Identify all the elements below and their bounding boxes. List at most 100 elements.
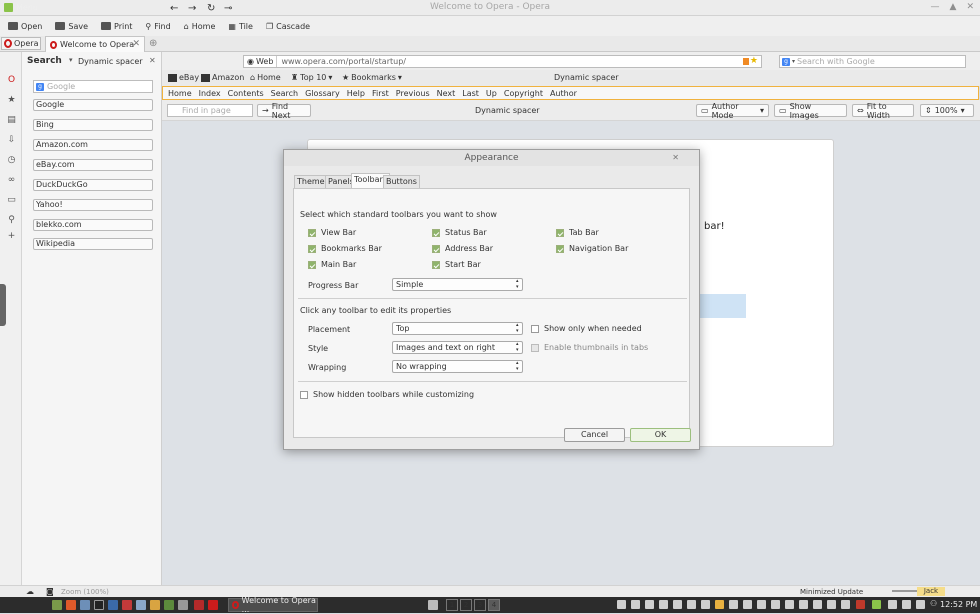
file-manager-icon[interactable] [80,600,90,610]
find-button[interactable]: ⚲ Find [145,22,170,31]
forward-icon[interactable]: → [188,3,196,14]
window-list-icon[interactable] [428,600,438,610]
workspace-3[interactable]: 3 [474,599,486,611]
search-engine-dropdown-icon[interactable]: ▾ [792,58,795,65]
show-only-needed-checkbox[interactable]: Show only when needed [531,324,642,333]
reload-icon[interactable]: ↻ [207,3,215,14]
style-select[interactable]: Images and text on right [392,341,523,354]
toolbar-search-input[interactable]: g ▾ Search with Google [779,55,966,68]
add-panel-icon[interactable]: + [7,232,16,241]
engine-item[interactable]: eBay.com [33,159,153,171]
tile-button[interactable]: ▦ Tile [228,22,253,31]
workspace-4[interactable]: 4 [488,599,500,611]
bookmarks-menu[interactable]: ★ Bookmarks ▾ [342,73,402,82]
bookmark-ebay[interactable]: eBay [168,73,199,82]
notes-icon[interactable]: ▤ [7,116,16,125]
firefox-icon[interactable] [66,600,76,610]
placement-select[interactable]: Top [392,322,523,335]
print-button[interactable]: Print [101,22,132,31]
engine-item[interactable]: Bing [33,119,153,131]
dialog-close-icon[interactable]: ✕ [672,153,679,162]
camera-icon[interactable]: ◙ [46,587,54,596]
history-clock-icon[interactable]: ◷ [7,156,16,165]
tray-icon[interactable] [715,600,724,609]
find-in-page-input[interactable]: Find in page [167,104,253,117]
engine-item[interactable]: Amazon.com [33,139,153,151]
nav-glossary[interactable]: Glossary [305,89,340,98]
author-mode-button[interactable]: ▭ Author Mode ▾ [696,102,769,120]
bookmark-star-icon[interactable]: ★ [750,56,758,66]
back-icon[interactable]: ← [170,3,178,14]
nav-copyright[interactable]: Copyright [504,89,543,98]
bookmark-top10[interactable]: ♜ Top 10 ▾ [291,73,332,82]
tray-icon[interactable] [645,600,654,609]
address-bar-checkbox[interactable]: Address Bar [432,244,493,253]
bookmarks-star-icon[interactable]: ★ [7,96,16,105]
app-icon[interactable] [108,600,118,610]
main-bar-checkbox[interactable]: Main Bar [308,260,356,269]
find-next-button[interactable]: → Find Next [257,102,311,120]
view-bar-checkbox[interactable]: View Bar [308,228,356,237]
tray-icon[interactable] [673,600,682,609]
terminal-icon[interactable] [94,600,104,610]
nav-search[interactable]: Search [271,89,298,98]
engine-item[interactable]: DuckDuckGo [33,179,153,191]
cascade-button[interactable]: ❐ Cascade [266,22,310,31]
tray-icon[interactable] [771,600,780,609]
engine-item[interactable]: Google [33,99,153,111]
rss-icon[interactable] [743,58,749,65]
zoom-slider[interactable] [892,590,918,592]
nav-index[interactable]: Index [199,89,221,98]
status-bar-checkbox[interactable]: Status Bar [432,228,487,237]
nav-first[interactable]: First [372,89,389,98]
tab-buttons[interactable]: Buttons [383,175,420,188]
tray-icon[interactable] [785,600,794,609]
engine-item[interactable]: Yahoo! [33,199,153,211]
panel-search-input[interactable]: g Google [33,80,153,93]
open-button[interactable]: Open [8,22,42,31]
workspace-2[interactable]: 2 [460,599,472,611]
workspace-1[interactable]: 1 [446,599,458,611]
tray-icon[interactable] [827,600,836,609]
navigation-bar-checkbox[interactable]: Navigation Bar [556,244,628,253]
start-menu-button[interactable]: Menu [4,3,38,12]
wand-key-icon[interactable]: ⊸ [224,3,232,14]
app-icon[interactable] [136,600,146,610]
fit-to-width-button[interactable]: ⇔ Fit to Width [852,102,914,120]
nav-contents[interactable]: Contents [228,89,264,98]
ok-button[interactable]: OK [630,428,691,442]
panel-drag-handle[interactable] [0,284,6,326]
nav-previous[interactable]: Previous [396,89,430,98]
volume-icon[interactable] [916,600,925,609]
engine-item[interactable]: blekko.com [33,219,153,231]
nav-help[interactable]: Help [347,89,365,98]
app-icon[interactable] [164,600,174,610]
tray-icon[interactable] [799,600,808,609]
shield-icon[interactable] [872,600,881,609]
bookmark-home[interactable]: ⌂ Home [250,73,281,82]
tray-icon[interactable] [701,600,710,609]
tray-icon[interactable] [687,600,696,609]
cancel-button[interactable]: Cancel [564,428,625,442]
tab-bar-checkbox[interactable]: Tab Bar [556,228,599,237]
show-hidden-toolbars-checkbox[interactable]: Show hidden toolbars while customizing [300,390,474,399]
show-images-button[interactable]: ▭ Show Images [774,102,847,120]
app-icon[interactable] [178,600,188,610]
tray-icon[interactable] [617,600,626,609]
opera-launcher-icon[interactable] [208,600,218,610]
tray-icon[interactable] [729,600,738,609]
opera-menu-button[interactable]: Opera [1,37,41,50]
network-icon[interactable] [902,600,911,609]
wrapping-select[interactable]: No wrapping [392,360,523,373]
close-icon[interactable]: ✕ [966,2,974,12]
tray-icon[interactable] [813,600,822,609]
bookmark-amazon[interactable]: Amazon [201,73,244,82]
tab-close-icon[interactable]: ✕ [132,39,140,49]
home-button[interactable]: ⌂ Home [184,22,216,31]
opera-panel-icon[interactable]: O [7,76,16,85]
panel-close-icon[interactable]: ✕ [149,56,156,65]
app-icon[interactable] [150,600,160,610]
links-icon[interactable]: ∞ [7,176,16,185]
tray-icon[interactable] [631,600,640,609]
app-icon[interactable] [122,600,132,610]
